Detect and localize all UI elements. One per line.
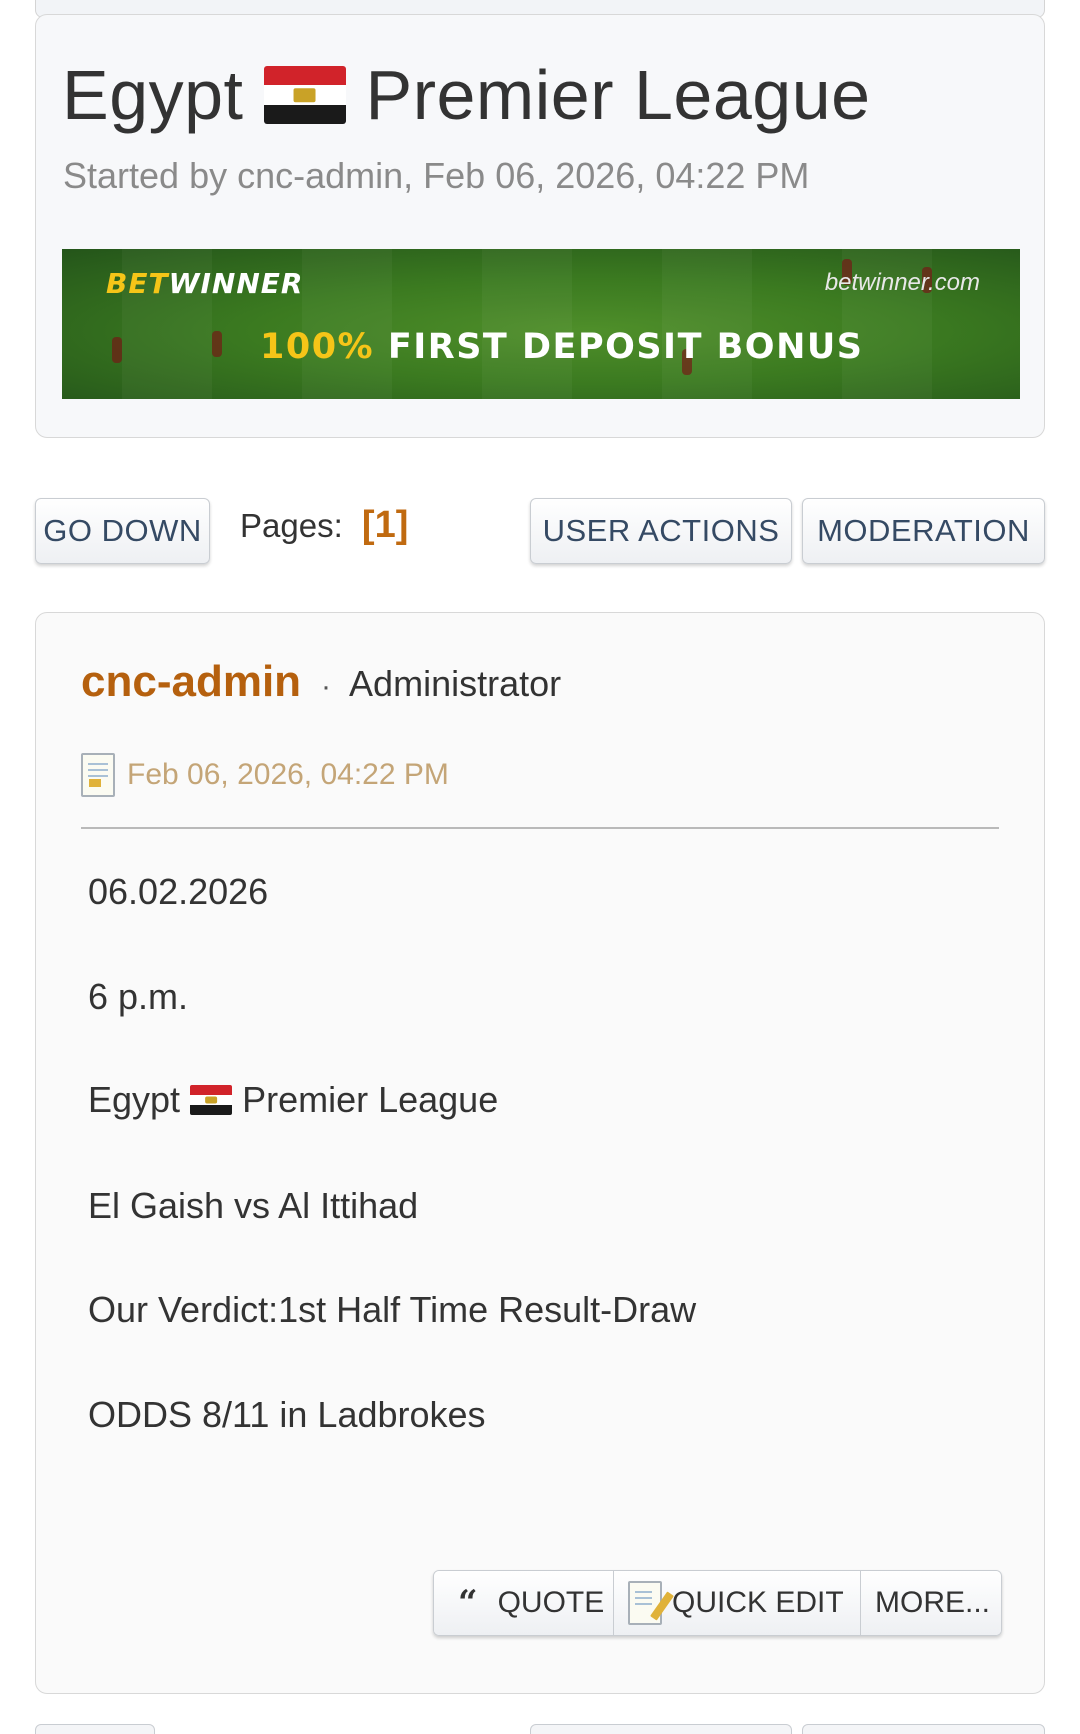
post-divider bbox=[81, 827, 999, 829]
post-line-date: 06.02.2026 bbox=[88, 871, 269, 912]
user-actions-button[interactable]: USER ACTIONS bbox=[530, 498, 792, 564]
post-line-odds: ODDS 8/11 in Ladbrokes bbox=[88, 1394, 486, 1435]
egypt-flag-icon bbox=[263, 66, 346, 124]
bottom-go-up-button-edge[interactable] bbox=[35, 1724, 155, 1734]
moderation-button[interactable]: MODERATION bbox=[802, 498, 1045, 564]
post-line-league: Egypt Premier League bbox=[88, 1079, 499, 1120]
topic-started-by: Started by cnc-admin, Feb 06, 2026, 04:2… bbox=[63, 155, 810, 196]
edit-icon bbox=[628, 1581, 674, 1625]
go-down-button[interactable]: GO DOWN bbox=[35, 498, 210, 564]
topic-header: Egypt Premier League Started by cnc-admi… bbox=[35, 14, 1045, 438]
title-text-start: Egypt bbox=[62, 56, 244, 134]
post-date-line: Feb 06, 2026, 04:22 PM bbox=[81, 753, 449, 797]
separator-dot: · bbox=[321, 670, 332, 703]
title-text-end: Premier League bbox=[365, 56, 871, 134]
post-line-time: 6 p.m. bbox=[88, 976, 189, 1017]
author-role: Administrator bbox=[349, 663, 562, 704]
egypt-flag-icon bbox=[190, 1085, 233, 1115]
page-title: Egypt Premier League bbox=[62, 55, 871, 135]
quick-edit-button[interactable]: QUICK EDIT bbox=[614, 1571, 861, 1635]
pages-label: Pages: bbox=[240, 507, 343, 544]
betwinner-ad-banner[interactable]: BETWINNER betwinner.com 100% FIRST DEPOS… bbox=[62, 249, 1020, 399]
post-line-match: El Gaish vs Al Ittihad bbox=[88, 1185, 419, 1226]
current-page-link[interactable]: [1] bbox=[362, 504, 408, 546]
post-date-link[interactable]: Feb 06, 2026, 04:22 PM bbox=[127, 758, 449, 792]
post-line-verdict: Our Verdict:1st Half Time Result-Draw bbox=[88, 1289, 697, 1330]
banner-headline: 100% FIRST DEPOSIT BONUS bbox=[260, 327, 864, 367]
quote-button[interactable]: “ QUOTE bbox=[434, 1571, 614, 1635]
quote-icon: “ bbox=[458, 1583, 478, 1623]
post: cnc-admin · Administrator Feb 06, 2026, … bbox=[35, 612, 1045, 1694]
betwinner-logo: BETWINNER bbox=[106, 267, 304, 300]
more-button[interactable]: MORE... bbox=[861, 1571, 1001, 1635]
post-actions: “ QUOTE QUICK EDIT MORE... bbox=[433, 1570, 1002, 1636]
banner-site-url: betwinner.com bbox=[824, 269, 980, 296]
bottom-user-actions-edge[interactable] bbox=[530, 1724, 792, 1734]
bottom-moderation-edge[interactable] bbox=[802, 1724, 1045, 1734]
author-link[interactable]: cnc-admin bbox=[81, 657, 301, 707]
document-icon bbox=[81, 753, 115, 797]
pagination: Pages: [1] bbox=[240, 504, 408, 547]
post-author-line: cnc-admin · Administrator bbox=[81, 657, 561, 707]
